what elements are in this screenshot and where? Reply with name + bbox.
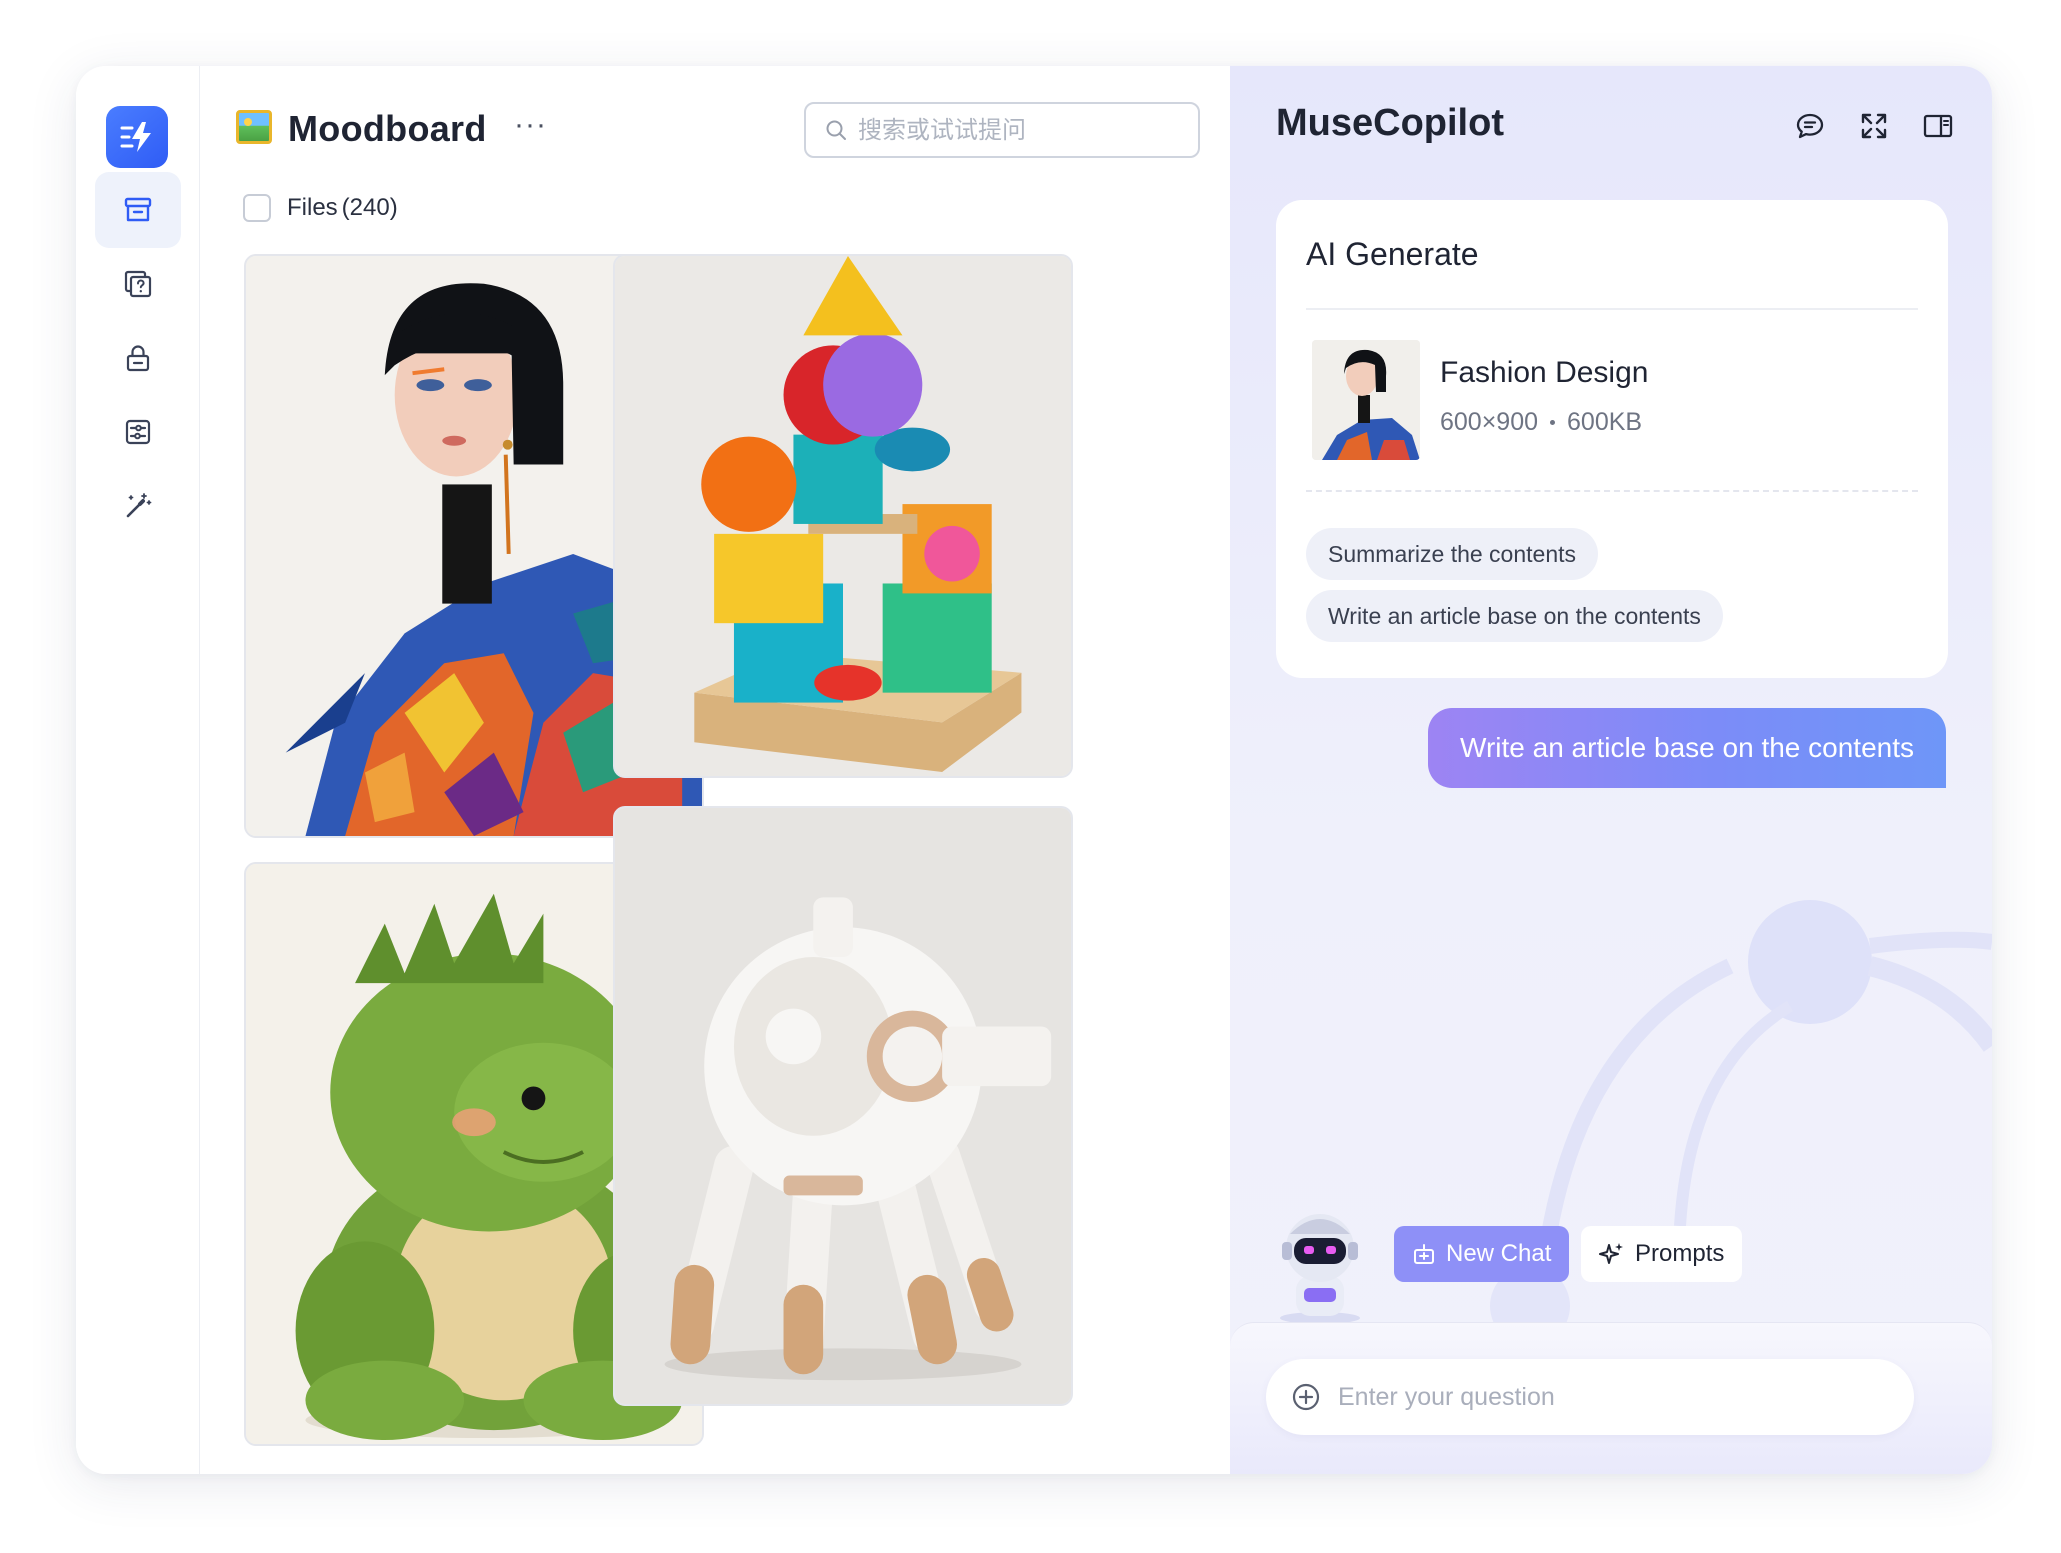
sliders-icon: [125, 419, 151, 445]
sidebar-item-archive[interactable]: [95, 172, 181, 248]
fashion-thumbnail-image: [1312, 340, 1420, 460]
question-box[interactable]: [1266, 1359, 1914, 1435]
prompts-label: Prompts: [1635, 1240, 1725, 1267]
lightning-icon: [120, 122, 151, 152]
search-icon: [826, 120, 846, 140]
copilot-panel: MuseCopilot AI Generate Fashion Design 6…: [1230, 66, 1992, 1474]
files-label: Files: [287, 194, 338, 221]
files-header: Files (240): [243, 194, 398, 222]
lock-icon: [126, 345, 150, 372]
chat-history-button[interactable]: [1790, 106, 1830, 146]
more-options-button[interactable]: ···: [514, 108, 547, 142]
user-message-bubble: Write an article base on the contents: [1428, 708, 1946, 788]
search-input[interactable]: [858, 116, 1188, 144]
files-count: (240): [341, 194, 398, 221]
sidebar-item-magic[interactable]: [95, 468, 181, 544]
add-attachment-icon[interactable]: [1290, 1381, 1322, 1413]
page-title: Moodboard: [288, 108, 487, 149]
expand-icon: [1861, 113, 1887, 139]
ai-generate-card: AI Generate Fashion Design 600×900 600KB: [1276, 200, 1948, 678]
expand-button[interactable]: [1854, 106, 1894, 146]
file-thumbnail[interactable]: [1312, 340, 1420, 460]
sidebar-item-help[interactable]: [95, 246, 181, 322]
image-card-blocks[interactable]: [613, 254, 1073, 778]
file-dimensions: 600×900: [1440, 408, 1539, 436]
app-window: Moodboard ··· Files (240): [76, 66, 1992, 1474]
picture-icon: [236, 110, 272, 144]
help-icon: [124, 270, 152, 298]
chat-icon: [1796, 113, 1824, 139]
suggestion-write-article[interactable]: Write an article base on the contents: [1306, 590, 1723, 642]
suggestion-summarize[interactable]: Summarize the contents: [1306, 528, 1599, 580]
copilot-title: MuseCopilot: [1276, 102, 1504, 144]
robot-avatar: [1280, 1214, 1360, 1324]
wooden-blocks-image: [615, 256, 1071, 776]
sidebar: [76, 66, 200, 1474]
robot-device-image: [615, 808, 1071, 1404]
ai-generate-title: AI Generate: [1306, 236, 1479, 272]
dashed-divider: [1306, 490, 1918, 492]
new-chat-icon: [1414, 1244, 1434, 1264]
toggle-panel-button[interactable]: [1918, 106, 1958, 146]
prompts-button[interactable]: Prompts: [1581, 1226, 1743, 1282]
sidebar-item-lock[interactable]: [95, 320, 181, 396]
moodboard-area: Moodboard ··· Files (240): [200, 66, 1230, 1474]
sparkle-icon: [1599, 1243, 1623, 1264]
separator-dot: [1550, 420, 1556, 425]
app-logo[interactable]: [106, 106, 168, 168]
question-input[interactable]: [1338, 1382, 1898, 1412]
new-chat-button[interactable]: New Chat: [1394, 1226, 1570, 1282]
sidebar-item-settings[interactable]: [95, 394, 181, 470]
panel-icon: [1923, 114, 1953, 138]
image-card-robot[interactable]: [613, 806, 1073, 1406]
composer: [1230, 1322, 1992, 1474]
new-chat-label: New Chat: [1446, 1240, 1552, 1267]
archive-icon: [124, 197, 152, 222]
file-name: Fashion Design: [1440, 356, 1649, 389]
file-size: 600KB: [1567, 408, 1643, 436]
file-meta: 600×900 600KB: [1440, 408, 1642, 437]
magic-wand-icon: [126, 493, 152, 518]
select-all-checkbox[interactable]: [243, 194, 271, 222]
search-box[interactable]: [804, 102, 1200, 158]
divider: [1306, 308, 1918, 310]
